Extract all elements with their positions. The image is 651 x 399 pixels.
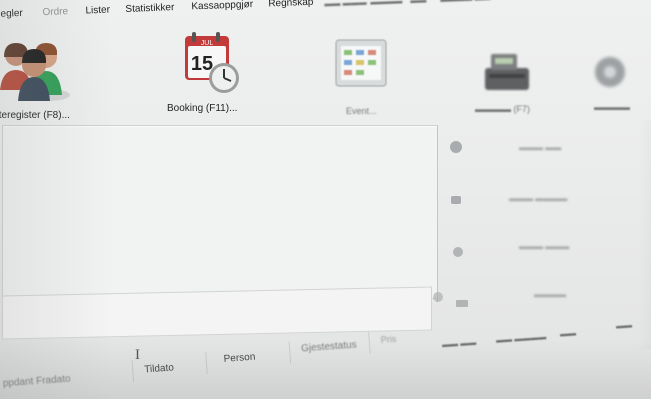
column-header-fradato[interactable]: ppdant Fradato	[3, 374, 71, 390]
event-button[interactable]: Event...	[324, 36, 404, 126]
guest-register-label: tteregister (F8)...	[0, 110, 70, 121]
side-action-5[interactable]	[455, 296, 469, 314]
menu-statistikker[interactable]: Statistikker	[125, 2, 174, 15]
column-header-gjestestatus[interactable]: Gjestestatus	[301, 340, 357, 355]
cash-register-button[interactable]: ▬▬▬▬ (F7)	[475, 48, 549, 118]
far-right-label: ▬▬▬▬	[594, 102, 630, 112]
calendar-day: 15	[191, 53, 213, 75]
menu-item-blurred[interactable]: ▬▬▬▬ ▬▬	[440, 0, 491, 4]
side-action-3-label: ▬▬▬ ▬▬▬	[519, 242, 570, 251]
tools-icon	[451, 196, 461, 204]
booking-list-panel[interactable]	[2, 125, 438, 302]
side-action-1[interactable]	[449, 140, 463, 159]
menu-bar: egler Ordre Lister Statistikker Kassaopp…	[0, 0, 651, 28]
column-header-person[interactable]: Person	[223, 352, 255, 365]
calendar-clock-icon: JUL 15	[185, 32, 239, 93]
column-header-pris[interactable]: Pris	[380, 334, 396, 345]
key-icon	[453, 247, 463, 257]
link-icon	[433, 292, 443, 302]
app-window: egler Ordre Lister Statistikker Kassaopp…	[0, 0, 651, 399]
menu-item-blurred[interactable]: ▬▬▬▬	[370, 0, 402, 7]
calendar-month: JUL	[201, 40, 214, 47]
cash-register-label: ▬▬▬▬ (F7)	[475, 104, 530, 114]
side-action-2[interactable]	[449, 193, 463, 212]
globe-icon	[450, 141, 462, 153]
printer-icon	[456, 300, 468, 307]
menu-kassaoppgjor[interactable]: Kassaoppgjør	[191, 0, 253, 12]
cash-register-icon	[485, 54, 529, 90]
menu-regler[interactable]: egler	[0, 8, 23, 20]
side-action-5-label: ▬▬▬▬	[534, 290, 566, 299]
event-label: Event...	[346, 106, 377, 116]
column-separator[interactable]	[131, 360, 135, 383]
booking-label: Booking (F11)...	[167, 103, 238, 114]
menu-lister[interactable]: Lister	[85, 5, 110, 17]
column-separator[interactable]	[288, 341, 292, 364]
side-action-1-label: ▬▬▬ ▬▬	[519, 143, 562, 152]
menu-item-blurred[interactable]: ▬▬	[410, 0, 426, 5]
menu-ordre[interactable]: Ordre	[42, 6, 68, 18]
side-action-3[interactable]	[451, 245, 465, 264]
settings-icon	[595, 57, 625, 87]
side-action-2-label: ▬▬▬ ▬▬▬▬	[509, 194, 568, 203]
side-action-4[interactable]	[431, 290, 445, 309]
people-icon	[0, 43, 70, 101]
column-header-tildato[interactable]: Tildato	[144, 362, 174, 375]
toolbar-button-far-right[interactable]: ▬▬▬▬	[590, 52, 650, 122]
booking-button[interactable]: JUL 15 Booking (F11)...	[167, 30, 262, 122]
column-separator[interactable]	[368, 331, 371, 354]
event-board-icon	[335, 39, 387, 87]
menu-regnskap[interactable]: Regnskap	[268, 0, 313, 9]
toolbar: tteregister (F8)... JUL 15 Booking (F11)…	[0, 30, 651, 125]
column-separator[interactable]	[205, 352, 208, 375]
guest-register-button[interactable]: tteregister (F8)...	[0, 35, 88, 125]
menu-item-blurred[interactable]: ▬▬ ▬▬▬	[324, 0, 367, 8]
